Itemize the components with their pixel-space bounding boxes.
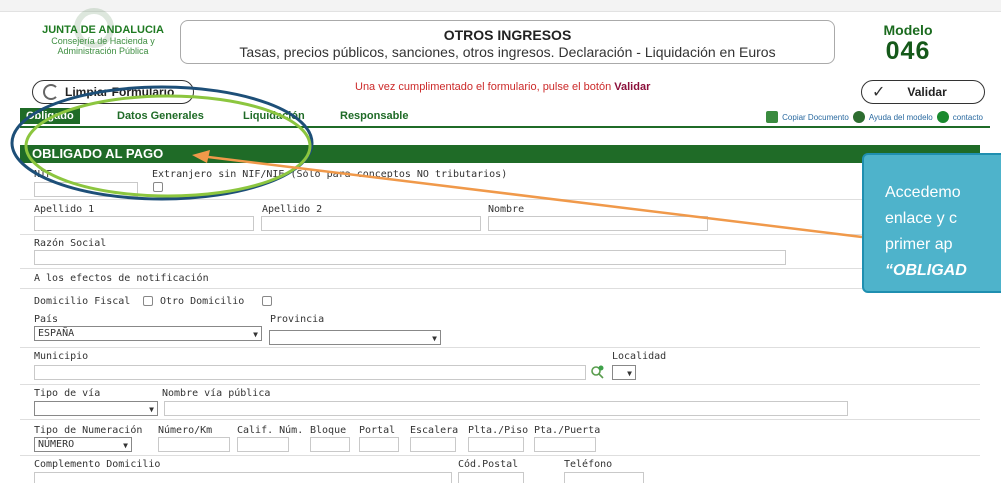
- arrow-head-icon: [192, 150, 210, 163]
- arrow-line: [199, 154, 863, 239]
- highlight-ellipse-inner: [24, 94, 312, 198]
- annotation-overlay: [10, 85, 863, 239]
